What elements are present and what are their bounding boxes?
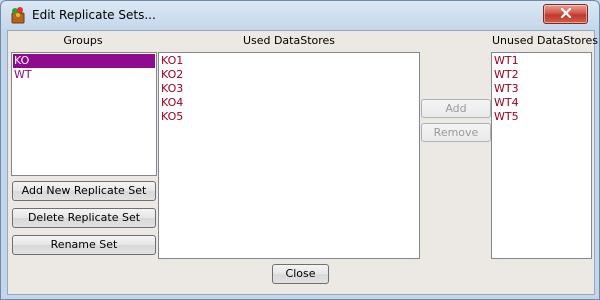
dialog-body: Groups Used DataStores Unused DataStores… xyxy=(7,30,599,295)
unused-datastore-item[interactable]: WT2 xyxy=(493,68,590,82)
used-datastore-item[interactable]: KO3 xyxy=(160,82,418,96)
delete-replicate-set-button[interactable]: Delete Replicate Set xyxy=(12,208,156,228)
app-icon xyxy=(9,6,27,24)
unused-datastores-label: Unused DataStores xyxy=(492,34,599,47)
unused-datastore-item[interactable]: WT3 xyxy=(493,82,590,96)
close-button[interactable]: Close xyxy=(272,264,329,284)
add-button[interactable]: Add xyxy=(421,99,491,118)
title-bar: Edit Replicate Sets... xyxy=(1,1,599,29)
unused-datastore-item[interactable]: WT5 xyxy=(493,110,590,124)
close-icon xyxy=(560,7,572,21)
used-datastore-item[interactable]: KO4 xyxy=(160,96,418,110)
window-close-button[interactable] xyxy=(543,4,588,24)
used-datastores-list[interactable]: KO1 KO2 KO3 KO4 KO5 xyxy=(158,52,420,259)
edit-replicate-sets-window: Edit Replicate Sets... Groups Used DataS… xyxy=(0,0,600,300)
unused-datastores-list[interactable]: WT1 WT2 WT3 WT4 WT5 xyxy=(491,52,592,259)
unused-datastore-item[interactable]: WT1 xyxy=(493,54,590,68)
group-item[interactable]: KO xyxy=(13,54,155,68)
group-item[interactable]: WT xyxy=(13,68,155,82)
groups-list[interactable]: KO WT xyxy=(11,52,157,176)
groups-label: Groups xyxy=(63,34,103,47)
unused-datastore-item[interactable]: WT4 xyxy=(493,96,590,110)
add-new-replicate-set-button[interactable]: Add New Replicate Set xyxy=(12,181,156,201)
used-datastore-item[interactable]: KO1 xyxy=(160,54,418,68)
used-datastores-label: Used DataStores xyxy=(242,34,336,47)
used-datastore-item[interactable]: KO2 xyxy=(160,68,418,82)
window-title: Edit Replicate Sets... xyxy=(32,8,156,22)
rename-set-button[interactable]: Rename Set xyxy=(12,235,156,255)
used-datastore-item[interactable]: KO5 xyxy=(160,110,418,124)
remove-button[interactable]: Remove xyxy=(421,123,491,142)
